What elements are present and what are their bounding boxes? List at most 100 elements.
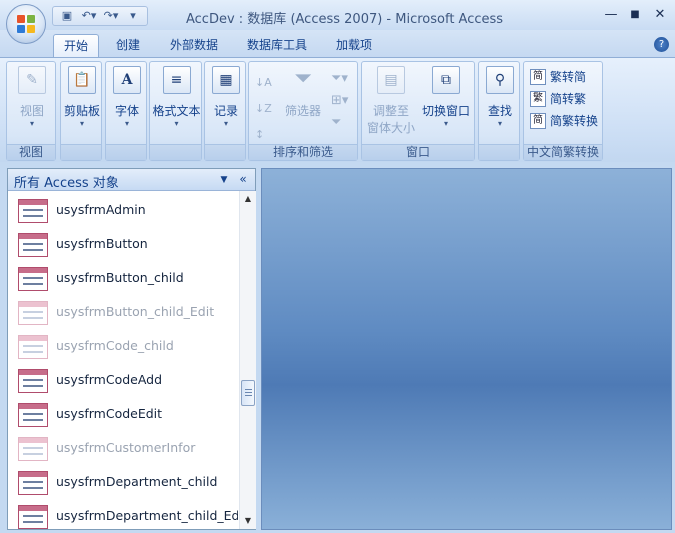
form-icon bbox=[18, 301, 48, 325]
maximize-button[interactable]: ■ bbox=[624, 6, 646, 24]
title-bar: ▣ ↶▾ ↷▾ ▾ AccDev : 数据库 (Access 2007) - M… bbox=[0, 0, 675, 30]
chevron-down-icon: ▾ bbox=[124, 119, 129, 128]
group-rich-text: ≡ 格式文本 ▾ bbox=[149, 61, 202, 161]
scrollbar-thumb[interactable] bbox=[241, 380, 255, 406]
list-item[interactable]: usysfrmAdmin bbox=[8, 193, 238, 227]
selection-filter-icon[interactable]: ⏷▾ bbox=[331, 68, 348, 90]
convert-char-icon: 简 bbox=[530, 112, 546, 129]
chevron-down-icon: ▾ bbox=[443, 119, 448, 128]
font-button[interactable]: A 字体 ▾ bbox=[108, 66, 146, 128]
form-icon bbox=[18, 267, 48, 291]
list-item[interactable]: usysfrmCustomerInfor bbox=[8, 431, 238, 465]
group-label-window: 窗口 bbox=[362, 144, 474, 160]
save-icon[interactable]: ▣ bbox=[57, 8, 77, 24]
toggle-filter-icon[interactable]: ⏷ bbox=[331, 112, 348, 134]
switch-windows-icon: ⧉ bbox=[432, 66, 460, 94]
tab-create[interactable]: 创建 bbox=[106, 34, 150, 58]
office-button[interactable] bbox=[6, 4, 46, 44]
records-grid-icon: ▦ bbox=[212, 66, 240, 94]
quick-access-toolbar: ▣ ↶▾ ↷▾ ▾ bbox=[52, 6, 148, 26]
list-item[interactable]: usysfrmCodeAdd bbox=[8, 363, 238, 397]
minimize-button[interactable]: — bbox=[600, 6, 622, 24]
group-window: ▤ 调整至 窗体大小 ⧉ 切换窗口 ▾ 窗口 bbox=[361, 61, 475, 161]
group-clipboard: 📋 剪贴板 ▾ bbox=[60, 61, 102, 161]
help-icon[interactable]: ? bbox=[654, 37, 669, 52]
form-icon bbox=[18, 403, 48, 427]
clipboard-icon: 📋 bbox=[68, 66, 96, 94]
form-icon bbox=[18, 233, 48, 257]
clipboard-button[interactable]: 📋 剪贴板 ▾ bbox=[63, 66, 101, 128]
group-label-view: 视图 bbox=[7, 144, 55, 160]
simplified-char-icon: 简 bbox=[530, 68, 546, 85]
traditional-char-icon: 繁 bbox=[530, 90, 546, 107]
rich-text-button[interactable]: ≡ 格式文本 ▾ bbox=[151, 66, 202, 128]
redo-icon[interactable]: ↷▾ bbox=[101, 8, 121, 24]
group-records: ▦ 记录 ▾ bbox=[204, 61, 246, 161]
font-icon: A bbox=[113, 66, 141, 94]
binoculars-icon: ⚲ bbox=[486, 66, 514, 94]
window-title: AccDev : 数据库 (Access 2007) - Microsoft A… bbox=[186, 12, 504, 27]
view-button[interactable]: ✎ 视图 ▾ bbox=[17, 66, 47, 128]
form-icon bbox=[18, 199, 48, 223]
form-icon bbox=[18, 505, 48, 529]
sort-descending-icon[interactable]: ↓Z bbox=[255, 96, 272, 122]
group-view: ✎ 视图 ▾ 视图 bbox=[6, 61, 56, 161]
list-item[interactable]: usysfrmDepartment_child_Edit bbox=[8, 499, 238, 529]
navigation-pane: 所有 Access 对象 ▼ « usysfrmAdmin usysfrmBut… bbox=[7, 168, 256, 530]
form-icon bbox=[18, 369, 48, 393]
list-item[interactable]: usysfrmButton_child bbox=[8, 261, 238, 295]
nav-title: 所有 Access 对象 bbox=[14, 176, 119, 191]
collapse-pane-icon[interactable]: « bbox=[235, 172, 251, 188]
undo-icon[interactable]: ↶▾ bbox=[79, 8, 99, 24]
find-button[interactable]: ⚲ 查找 ▾ bbox=[481, 66, 519, 128]
list-item[interactable]: usysfrmDepartment_child bbox=[8, 465, 238, 499]
group-label-sort-filter: 排序和筛选 bbox=[249, 144, 357, 160]
align-text-icon: ≡ bbox=[162, 66, 191, 94]
form-icon bbox=[18, 335, 48, 359]
nav-scrollbar[interactable]: ▲ ▼ bbox=[239, 191, 256, 529]
ribbon-tabs: 开始 创建 外部数据 数据库工具 加载项 ? bbox=[0, 30, 675, 58]
chevron-down-icon: ▾ bbox=[174, 119, 179, 128]
list-item[interactable]: usysfrmCode_child bbox=[8, 329, 238, 363]
form-icon bbox=[18, 437, 48, 461]
records-button[interactable]: ▦ 记录 ▾ bbox=[207, 66, 245, 128]
tab-addins[interactable]: 加载项 bbox=[326, 34, 382, 58]
group-find: ⚲ 查找 ▾ bbox=[478, 61, 520, 161]
scroll-down-icon[interactable]: ▼ bbox=[240, 513, 256, 529]
traditional-to-simplified-button[interactable]: 简 繁转简 bbox=[530, 68, 586, 85]
filter-funnel-icon: ⏷ bbox=[294, 66, 312, 91]
list-item[interactable]: usysfrmCodeEdit bbox=[8, 397, 238, 431]
chevron-down-icon: ▾ bbox=[497, 119, 502, 128]
customize-icon[interactable]: ▾ bbox=[123, 8, 143, 24]
scroll-up-icon[interactable]: ▲ bbox=[240, 191, 256, 207]
nav-header[interactable]: 所有 Access 对象 ▼ « bbox=[8, 169, 255, 191]
close-button[interactable]: ✕ bbox=[649, 6, 671, 24]
fit-form-icon: ▤ bbox=[377, 66, 405, 94]
chevron-down-icon: ▾ bbox=[29, 119, 34, 128]
chinese-convert-button[interactable]: 简 简繁转换 bbox=[530, 112, 598, 129]
tab-external-data[interactable]: 外部数据 bbox=[160, 34, 228, 58]
group-chinese-conversion: 简 繁转简 繁 简转繁 简 简繁转换 中文简繁转换 bbox=[523, 61, 603, 161]
office-logo-icon bbox=[17, 15, 35, 33]
group-label-chinese-conversion: 中文简繁转换 bbox=[524, 144, 602, 160]
form-icon bbox=[18, 471, 48, 495]
chevron-down-icon: ▾ bbox=[79, 119, 84, 128]
list-item[interactable]: usysfrmButton bbox=[8, 227, 238, 261]
group-sort-filter: ↓A ↓Z ↕ ⏷ 筛选器 ⏷▾ ⊞▾ ⏷ 排序和筛选 bbox=[248, 61, 358, 161]
simplified-to-traditional-button[interactable]: 繁 简转繁 bbox=[530, 90, 586, 107]
ribbon: ✎ 视图 ▾ 视图 📋 剪贴板 ▾ A 字体 ▾ ≡ 格式文本 ▾ ▦ 记录 ▾… bbox=[0, 57, 675, 162]
nav-object-list: usysfrmAdmin usysfrmButton usysfrmButton… bbox=[8, 191, 238, 529]
advanced-filter-icon[interactable]: ⊞▾ bbox=[331, 90, 348, 112]
tab-database-tools[interactable]: 数据库工具 bbox=[237, 34, 317, 58]
group-font: A 字体 ▾ bbox=[105, 61, 147, 161]
switch-window-button[interactable]: ⧉ 切换窗口 ▾ bbox=[418, 66, 474, 128]
list-item[interactable]: usysfrmButton_child_Edit bbox=[8, 295, 238, 329]
view-icon: ✎ bbox=[18, 66, 46, 94]
sort-ascending-icon[interactable]: ↓A bbox=[255, 70, 272, 96]
chevron-down-icon: ▾ bbox=[223, 119, 228, 128]
document-workspace bbox=[261, 168, 672, 530]
filter-button[interactable]: ⏷ 筛选器 bbox=[279, 66, 327, 119]
tab-home[interactable]: 开始 bbox=[53, 34, 100, 58]
fit-form-button[interactable]: ▤ 调整至 窗体大小 bbox=[364, 66, 418, 136]
chevron-down-icon[interactable]: ▼ bbox=[217, 173, 231, 187]
